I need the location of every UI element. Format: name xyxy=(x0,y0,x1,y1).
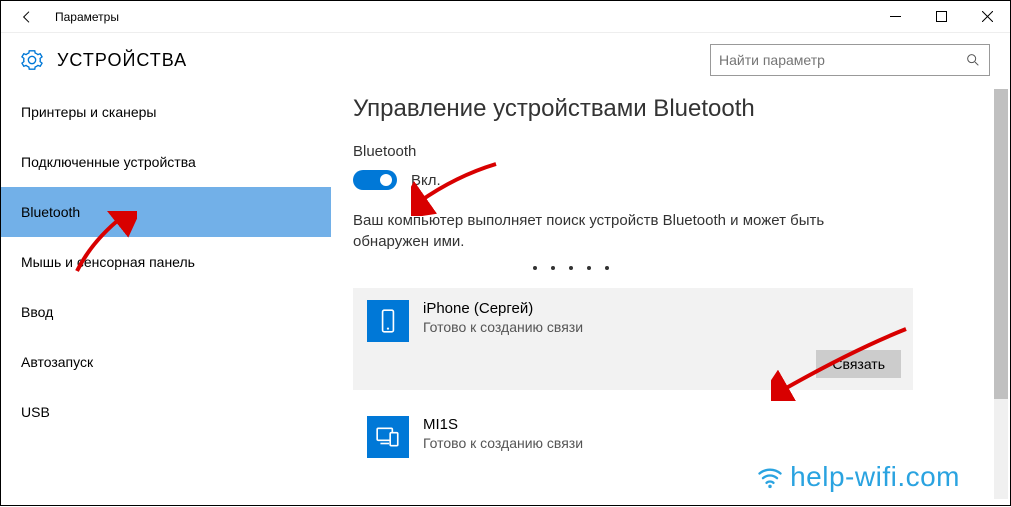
sidebar: Принтеры и сканеры Подключенные устройст… xyxy=(1,87,331,507)
watermark-text: help-wifi.com xyxy=(790,461,960,493)
loading-dots xyxy=(533,266,988,270)
sidebar-item-label: Автозапуск xyxy=(21,354,93,370)
sidebar-item-label: Мышь и сенсорная панель xyxy=(21,254,195,270)
bluetooth-toggle-row: Вкл. xyxy=(353,170,988,190)
back-button[interactable] xyxy=(15,5,39,29)
sidebar-item-printers[interactable]: Принтеры и сканеры xyxy=(1,87,331,137)
search-input[interactable] xyxy=(719,52,965,68)
device-status: Готово к созданию связи xyxy=(423,319,583,335)
monitor-phone-icon xyxy=(367,416,409,458)
loading-dot-icon xyxy=(533,266,537,270)
maximize-button[interactable] xyxy=(918,1,964,33)
header: УСТРОЙСТВА xyxy=(1,33,1010,87)
gear-icon xyxy=(21,49,43,71)
scrollbar-thumb[interactable] xyxy=(994,89,1008,399)
sidebar-item-label: Ввод xyxy=(21,304,53,320)
search-box[interactable] xyxy=(710,44,990,76)
sidebar-item-usb[interactable]: USB xyxy=(1,387,331,437)
maximize-icon xyxy=(936,11,947,22)
close-button[interactable] xyxy=(964,1,1010,33)
bluetooth-toggle[interactable] xyxy=(353,170,397,190)
pair-button[interactable]: Связать xyxy=(816,350,901,378)
titlebar: Параметры xyxy=(1,1,1010,33)
phone-icon xyxy=(367,300,409,342)
loading-dot-icon xyxy=(587,266,591,270)
search-icon xyxy=(965,52,981,68)
close-icon xyxy=(982,11,993,22)
minimize-icon xyxy=(890,11,901,22)
bluetooth-label: Bluetooth xyxy=(353,143,988,160)
section-title: УСТРОЙСТВА xyxy=(57,50,187,71)
window-controls xyxy=(872,1,1010,33)
wifi-icon xyxy=(756,463,784,491)
sidebar-item-autoplay[interactable]: Автозапуск xyxy=(1,337,331,387)
sidebar-item-label: USB xyxy=(21,404,50,420)
device-card-iphone[interactable]: iPhone (Сергей) Готово к созданию связи … xyxy=(353,288,913,390)
sidebar-item-bluetooth[interactable]: Bluetooth xyxy=(1,187,331,237)
toggle-knob xyxy=(380,174,392,186)
status-text: Ваш компьютер выполняет поиск устройств … xyxy=(353,210,833,252)
sidebar-item-label: Bluetooth xyxy=(21,204,80,220)
arrow-left-icon xyxy=(19,9,35,25)
page-heading: Управление устройствами Bluetooth xyxy=(353,95,988,123)
device-name: iPhone (Сергей) xyxy=(423,300,583,317)
sidebar-item-mouse-touchpad[interactable]: Мышь и сенсорная панель xyxy=(1,237,331,287)
window-title: Параметры xyxy=(55,10,119,24)
loading-dot-icon xyxy=(569,266,573,270)
device-name: MI1S xyxy=(423,416,583,433)
minimize-button[interactable] xyxy=(872,1,918,33)
device-status: Готово к созданию связи xyxy=(423,435,583,451)
sidebar-item-typing[interactable]: Ввод xyxy=(1,287,331,337)
watermark: help-wifi.com xyxy=(756,461,960,493)
sidebar-item-label: Подключенные устройства xyxy=(21,154,196,170)
vertical-scrollbar[interactable] xyxy=(994,89,1008,499)
toggle-state-label: Вкл. xyxy=(411,172,441,189)
sidebar-item-label: Принтеры и сканеры xyxy=(21,104,156,120)
content-pane: Управление устройствами Bluetooth Blueto… xyxy=(331,87,1010,507)
loading-dot-icon xyxy=(605,266,609,270)
loading-dot-icon xyxy=(551,266,555,270)
sidebar-item-connected-devices[interactable]: Подключенные устройства xyxy=(1,137,331,187)
